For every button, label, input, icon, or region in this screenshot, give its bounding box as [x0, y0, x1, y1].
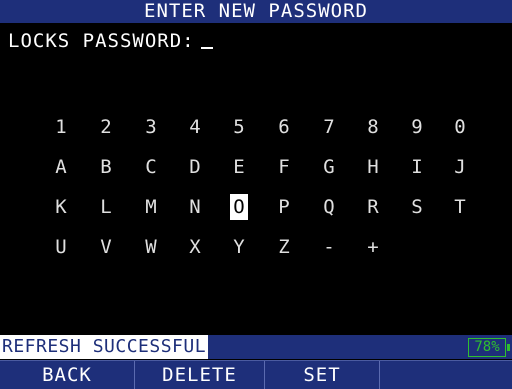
key[interactable]: W — [140, 232, 162, 262]
delete-softkey[interactable]: DELETE — [135, 361, 265, 389]
key[interactable]: L — [95, 192, 117, 222]
key[interactable]: S — [406, 192, 428, 222]
title-bar: ENTER NEW PASSWORD — [0, 0, 512, 23]
status-message: REFRESH SUCCESSFUL — [0, 335, 209, 359]
key[interactable]: D — [184, 152, 206, 182]
key[interactable]: 9 — [406, 112, 428, 142]
key[interactable]: P — [273, 192, 295, 222]
key[interactable]: Q — [318, 192, 340, 222]
key[interactable]: F — [273, 152, 295, 182]
text-cursor — [200, 47, 213, 49]
key[interactable]: 3 — [140, 112, 162, 142]
key[interactable]: A — [50, 152, 72, 182]
password-prompt: LOCKS PASSWORD: — [8, 30, 213, 52]
key[interactable]: 5 — [228, 112, 250, 142]
key[interactable]: Z — [273, 232, 295, 262]
softkey-bar: BACK DELETE SET — [0, 360, 512, 389]
key[interactable]: 4 — [184, 112, 206, 142]
key[interactable]: M — [140, 192, 162, 222]
key[interactable]: Y — [228, 232, 250, 262]
selected-key-label: O — [230, 194, 248, 220]
back-softkey[interactable]: BACK — [0, 361, 135, 389]
key[interactable]: E — [228, 152, 250, 182]
key[interactable]: 2 — [95, 112, 117, 142]
set-softkey[interactable]: SET — [265, 361, 380, 389]
key[interactable]: U — [50, 232, 72, 262]
key[interactable]: R — [362, 192, 384, 222]
key[interactable]: 1 — [50, 112, 72, 142]
key[interactable]: H — [362, 152, 384, 182]
key[interactable]: B — [95, 152, 117, 182]
key[interactable]: T — [449, 192, 471, 222]
key[interactable]: + — [362, 232, 384, 262]
key[interactable]: K — [50, 192, 72, 222]
key[interactable]: J — [449, 152, 471, 182]
key[interactable]: 6 — [273, 112, 295, 142]
status-bar: REFRESH SUCCESSFUL 78% — [0, 335, 512, 359]
password-label: LOCKS PASSWORD: — [8, 30, 195, 52]
key[interactable]: C — [140, 152, 162, 182]
key[interactable]: G — [318, 152, 340, 182]
key-selected[interactable]: O — [228, 192, 250, 222]
softkey-blank[interactable] — [380, 361, 512, 389]
key[interactable]: V — [95, 232, 117, 262]
key[interactable]: - — [318, 232, 340, 262]
key[interactable]: 0 — [449, 112, 471, 142]
key[interactable]: N — [184, 192, 206, 222]
battery-indicator: 78% — [468, 338, 510, 357]
key[interactable]: 7 — [318, 112, 340, 142]
key[interactable]: X — [184, 232, 206, 262]
key[interactable]: 8 — [362, 112, 384, 142]
key[interactable]: I — [406, 152, 428, 182]
